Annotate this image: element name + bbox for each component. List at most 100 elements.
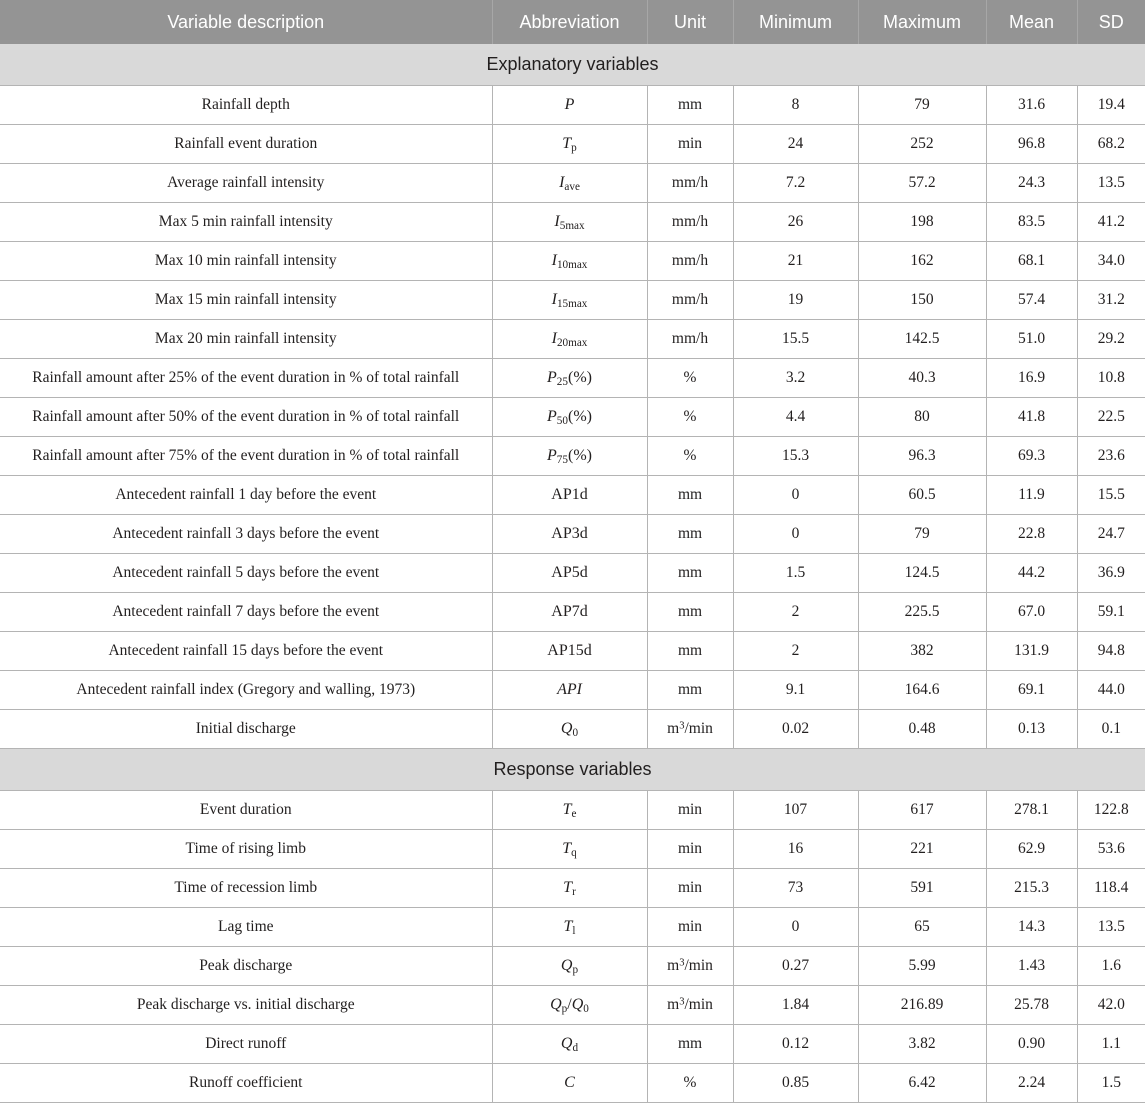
cell-minimum: 0.27 <box>733 946 859 986</box>
cell-abbreviation: AP1d <box>492 475 648 515</box>
cell-sd: 41.2 <box>1077 202 1145 242</box>
table-row: Peak discharge Qp m3/min 0.27 5.99 1.43 1.6 <box>0 946 1145 986</box>
cell-abbreviation: Qp/Q0 <box>492 985 648 1025</box>
cell-unit: min <box>647 124 734 164</box>
cell-abbreviation: API <box>492 670 648 710</box>
cell-maximum: 216.89 <box>858 985 987 1025</box>
table-row: Lag time Tl min 0 65 14.3 13.5 <box>0 907 1145 947</box>
cell-maximum: 57.2 <box>858 163 987 203</box>
cell-minimum: 21 <box>733 241 859 281</box>
cell-sd: 44.0 <box>1077 670 1145 710</box>
cell-maximum: 0.48 <box>858 709 987 749</box>
cell-minimum: 15.3 <box>733 436 859 476</box>
cell-maximum: 617 <box>858 790 987 830</box>
cell-abbreviation: Iave <box>492 163 648 203</box>
cell-mean: 215.3 <box>986 868 1078 908</box>
cell-maximum: 79 <box>858 514 987 554</box>
cell-mean: 96.8 <box>986 124 1078 164</box>
cell-abbreviation: AP3d <box>492 514 648 554</box>
cell-variable-description: Lag time <box>0 907 493 947</box>
cell-abbreviation: C <box>492 1063 648 1103</box>
cell-sd: 36.9 <box>1077 553 1145 593</box>
table-row: Antecedent rainfall 3 days before the ev… <box>0 514 1145 554</box>
cell-unit: mm <box>647 670 734 710</box>
cell-mean: 22.8 <box>986 514 1078 554</box>
column-header-minimum: Minimum <box>733 0 859 44</box>
cell-maximum: 80 <box>858 397 987 437</box>
cell-minimum: 24 <box>733 124 859 164</box>
cell-mean: 0.13 <box>986 709 1078 749</box>
cell-maximum: 382 <box>858 631 987 671</box>
cell-sd: 19.4 <box>1077 85 1145 125</box>
cell-variable-description: Antecedent rainfall 3 days before the ev… <box>0 514 493 554</box>
cell-minimum: 0 <box>733 514 859 554</box>
cell-sd: 31.2 <box>1077 280 1145 320</box>
cell-abbreviation: AP5d <box>492 553 648 593</box>
cell-sd: 13.5 <box>1077 163 1145 203</box>
cell-variable-description: Rainfall amount after 50% of the event d… <box>0 397 493 437</box>
cell-minimum: 0.12 <box>733 1024 859 1064</box>
cell-unit: mm/h <box>647 280 734 320</box>
cell-maximum: 96.3 <box>858 436 987 476</box>
cell-mean: 83.5 <box>986 202 1078 242</box>
cell-variable-description: Rainfall amount after 75% of the event d… <box>0 436 493 476</box>
cell-sd: 10.8 <box>1077 358 1145 398</box>
cell-abbreviation: I5max <box>492 202 648 242</box>
cell-mean: 57.4 <box>986 280 1078 320</box>
cell-sd: 24.7 <box>1077 514 1145 554</box>
cell-maximum: 591 <box>858 868 987 908</box>
cell-variable-description: Rainfall depth <box>0 85 493 125</box>
cell-mean: 25.78 <box>986 985 1078 1025</box>
cell-abbreviation: Tp <box>492 124 648 164</box>
cell-maximum: 6.42 <box>858 1063 987 1103</box>
cell-sd: 0.1 <box>1077 709 1145 749</box>
cell-unit: m3/min <box>647 946 734 986</box>
cell-unit: min <box>647 790 734 830</box>
cell-minimum: 19 <box>733 280 859 320</box>
cell-unit: mm/h <box>647 241 734 281</box>
header-row: Variable description Abbreviation Unit M… <box>0 0 1145 44</box>
cell-variable-description: Event duration <box>0 790 493 830</box>
cell-mean: 44.2 <box>986 553 1078 593</box>
column-header-maximum: Maximum <box>858 0 987 44</box>
table-row: Max 20 min rainfall intensity I20max mm/h 1… <box>0 319 1145 359</box>
cell-mean: 67.0 <box>986 592 1078 632</box>
cell-abbreviation: AP7d <box>492 592 648 632</box>
column-header-abbreviation: Abbreviation <box>492 0 648 44</box>
cell-mean: 11.9 <box>986 475 1078 515</box>
cell-unit: % <box>647 1063 734 1103</box>
cell-maximum: 79 <box>858 85 987 125</box>
cell-minimum: 2 <box>733 592 859 632</box>
cell-variable-description: Average rainfall intensity <box>0 163 493 203</box>
cell-minimum: 107 <box>733 790 859 830</box>
table-row: Rainfall amount after 25% of the event d… <box>0 358 1145 398</box>
cell-maximum: 150 <box>858 280 987 320</box>
cell-mean: 278.1 <box>986 790 1078 830</box>
cell-unit: mm <box>647 475 734 515</box>
column-header-mean: Mean <box>986 0 1078 44</box>
cell-minimum: 0 <box>733 907 859 947</box>
cell-abbreviation: AP15d <box>492 631 648 671</box>
cell-sd: 22.5 <box>1077 397 1145 437</box>
table-row: Rainfall event duration Tp min 24 252 96.8 68.… <box>0 124 1145 164</box>
cell-unit: mm <box>647 553 734 593</box>
cell-sd: 1.6 <box>1077 946 1145 986</box>
table-row: Direct runoff Qd mm 0.12 3.82 0.90 1.1 <box>0 1024 1145 1064</box>
cell-abbreviation: Tq <box>492 829 648 869</box>
cell-sd: 122.8 <box>1077 790 1145 830</box>
cell-variable-description: Antecedent rainfall 5 days before the ev… <box>0 553 493 593</box>
cell-unit: min <box>647 868 734 908</box>
section-header-row: Explanatory variables <box>0 44 1145 86</box>
cell-unit: mm/h <box>647 163 734 203</box>
cell-unit: % <box>647 358 734 398</box>
cell-minimum: 0 <box>733 475 859 515</box>
cell-sd: 59.1 <box>1077 592 1145 632</box>
cell-variable-description: Direct runoff <box>0 1024 493 1064</box>
cell-minimum: 7.2 <box>733 163 859 203</box>
cell-maximum: 225.5 <box>858 592 987 632</box>
cell-unit: % <box>647 436 734 476</box>
cell-unit: mm/h <box>647 202 734 242</box>
column-header-sd: SD <box>1077 0 1145 44</box>
cell-mean: 131.9 <box>986 631 1078 671</box>
cell-unit: % <box>647 397 734 437</box>
